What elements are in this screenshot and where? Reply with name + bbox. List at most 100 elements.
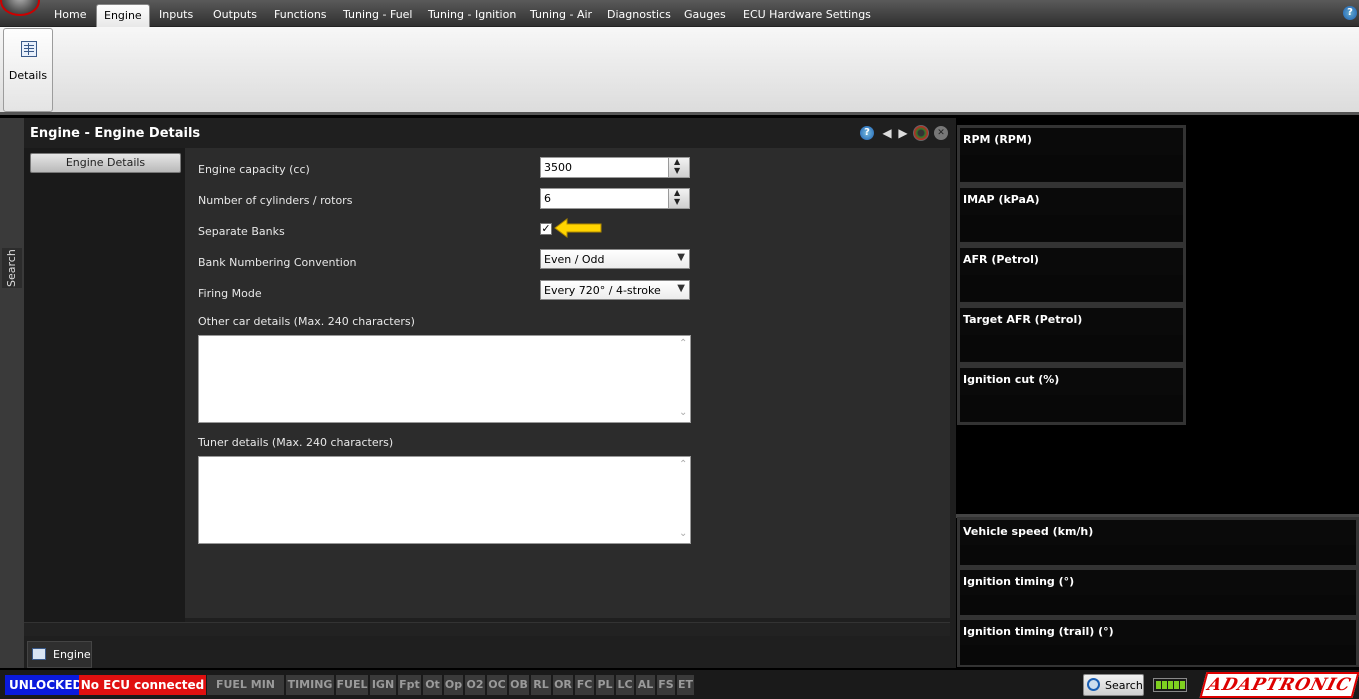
indicator-fpt: Fpt	[398, 675, 422, 695]
gauge-icon[interactable]	[913, 125, 929, 141]
cylinders-spinner[interactable]	[668, 188, 689, 208]
indicator-op: Op	[444, 675, 464, 695]
bank-numbering-label: Bank Numbering Convention	[198, 256, 357, 269]
gauge-ignition-timing[interactable]: Ignition timing (°)	[957, 567, 1359, 617]
gauge-label: Ignition cut (%)	[963, 373, 1060, 386]
scrollbar[interactable]	[676, 457, 690, 543]
indicator-ot: Ot	[423, 675, 443, 695]
cylinders-value: 6	[544, 192, 551, 205]
indicator-fc: FC	[575, 675, 595, 695]
separate-banks-checkbox[interactable]: ✓	[540, 223, 552, 235]
separate-banks-label: Separate Banks	[198, 225, 285, 238]
chevron-down-icon: ▼	[677, 252, 685, 263]
brand-logo-text: ADAPTRONIC	[1205, 675, 1354, 695]
engine-details-window: Engine - Engine Details ? ◀ ▶ ✕ Engine D…	[24, 118, 956, 668]
search-button-label: Search	[1105, 679, 1143, 692]
close-icon[interactable]: ✕	[934, 126, 948, 140]
other-details-textarea[interactable]	[198, 335, 691, 423]
firing-mode-value: Every 720° / 4-stroke	[544, 284, 661, 297]
arrow-left-icon	[554, 218, 602, 238]
gauge-label: IMAP (kPaA)	[963, 193, 1040, 206]
indicator-lc: LC	[616, 675, 635, 695]
gauge-ignition-cut[interactable]: Ignition cut (%)	[957, 365, 1186, 425]
engine-capacity-value: 3500	[544, 161, 572, 174]
indicator-fuel: FUEL	[336, 675, 369, 695]
side-panel: Search	[0, 118, 24, 668]
tab-engine[interactable]: Engine	[96, 4, 150, 27]
tab-gauges[interactable]: Gauges	[677, 4, 733, 27]
firing-mode-label: Firing Mode	[198, 287, 262, 300]
gauge-vehicle-speed[interactable]: Vehicle speed (km/h)	[957, 517, 1359, 567]
tab-inputs[interactable]: Inputs	[152, 4, 200, 27]
gauge-ignition-timing-trail[interactable]: Ignition timing (trail) (°)	[957, 617, 1359, 667]
ecu-status-badge: No ECU connected	[79, 675, 206, 695]
gauge-label: Ignition timing (°)	[963, 575, 1075, 588]
gauge-rpm[interactable]: RPM (RPM)	[957, 125, 1186, 185]
details-button-label: Details	[8, 69, 48, 82]
help-icon[interactable]: ?	[860, 126, 874, 140]
search-icon	[1087, 678, 1100, 691]
cylinders-input[interactable]: 6	[540, 188, 690, 209]
tuner-details-label: Tuner details (Max. 240 characters)	[198, 436, 394, 449]
engine-capacity-spinner[interactable]	[668, 157, 689, 177]
indicator-rl: RL	[531, 675, 552, 695]
tab-tuning-ignition[interactable]: Tuning - Ignition	[421, 4, 523, 27]
gauge-label: Vehicle speed (km/h)	[963, 525, 1094, 538]
form-content: Engine capacity (cc) 3500 Number of cyli…	[185, 148, 950, 618]
other-details-label: Other car details (Max. 240 characters)	[198, 315, 415, 328]
app-logo-icon[interactable]	[0, 0, 40, 16]
firing-mode-select[interactable]: Every 720° / 4-stroke ▼	[540, 280, 690, 300]
horizontal-scrollbar[interactable]	[24, 622, 950, 636]
bank-numbering-value: Even / Odd	[544, 253, 605, 266]
scrollbar[interactable]	[676, 336, 690, 422]
brand-logo: ADAPTRONIC	[1199, 672, 1359, 698]
nav-item-engine-details[interactable]: Engine Details	[30, 153, 181, 173]
unlocked-badge: UNLOCKED	[5, 675, 87, 695]
bank-numbering-select[interactable]: Even / Odd ▼	[540, 249, 690, 269]
gauges-panel: RPM (RPM) IMAP (kPaA) AFR (Petrol) Targe…	[956, 118, 1359, 668]
help-icon[interactable]: ?	[1343, 6, 1357, 20]
indicator-fs: FS	[657, 675, 676, 695]
tab-tuning-air[interactable]: Tuning - Air	[523, 4, 599, 27]
ribbon-panel: Details	[0, 27, 1359, 115]
indicator-al: AL	[636, 675, 656, 695]
gauge-afr[interactable]: AFR (Petrol)	[957, 245, 1186, 305]
indicator-o2: O2	[465, 675, 486, 695]
window-icon	[32, 648, 46, 660]
gauge-imap[interactable]: IMAP (kPaA)	[957, 185, 1186, 245]
battery-icon	[1153, 678, 1187, 692]
ribbon-tab-bar: Home Engine Inputs Outputs Functions Tun…	[0, 0, 1359, 27]
tab-tuning-fuel[interactable]: Tuning - Fuel	[336, 4, 420, 27]
gauge-target-afr[interactable]: Target AFR (Petrol)	[957, 305, 1186, 365]
gauge-label: AFR (Petrol)	[963, 253, 1039, 266]
search-side-tab[interactable]: Search	[2, 248, 22, 288]
indicator-or: OR	[553, 675, 574, 695]
gauge-label: RPM (RPM)	[963, 133, 1032, 146]
tuner-details-textarea[interactable]	[198, 456, 691, 544]
engine-capacity-label: Engine capacity (cc)	[198, 163, 310, 176]
tab-home[interactable]: Home	[47, 4, 93, 27]
details-button[interactable]: Details	[3, 28, 53, 112]
indicator-oc: OC	[487, 675, 508, 695]
indicator-et: ET	[677, 675, 695, 695]
tab-functions[interactable]: Functions	[267, 4, 334, 27]
chevron-right-icon[interactable]: ▶	[896, 126, 910, 140]
indicator-pl: PL	[596, 675, 615, 695]
indicator-fuel-min-pw: FUEL MIN PW	[207, 675, 285, 699]
window-title: Engine - Engine Details	[30, 126, 201, 141]
tab-ecu-hardware-settings[interactable]: ECU Hardware Settings	[736, 4, 878, 27]
window-tab-engine[interactable]: Engine	[27, 641, 92, 668]
nav-panel: Engine Details	[24, 148, 185, 624]
status-bar: UNLOCKED No ECU connected FUEL MIN PW TI…	[0, 670, 1359, 699]
search-button[interactable]: Search	[1083, 674, 1144, 696]
chevron-down-icon: ▼	[677, 283, 685, 294]
tab-outputs[interactable]: Outputs	[206, 4, 264, 27]
indicator-ob: OB	[509, 675, 530, 695]
window-tab-label: Engine	[53, 648, 91, 661]
gauge-label: Ignition timing (trail) (°)	[963, 625, 1114, 638]
tab-diagnostics[interactable]: Diagnostics	[600, 4, 678, 27]
chevron-left-icon[interactable]: ◀	[880, 126, 894, 140]
engine-capacity-input[interactable]: 3500	[540, 157, 690, 178]
cylinders-label: Number of cylinders / rotors	[198, 194, 353, 207]
gauge-label: Target AFR (Petrol)	[963, 313, 1083, 326]
